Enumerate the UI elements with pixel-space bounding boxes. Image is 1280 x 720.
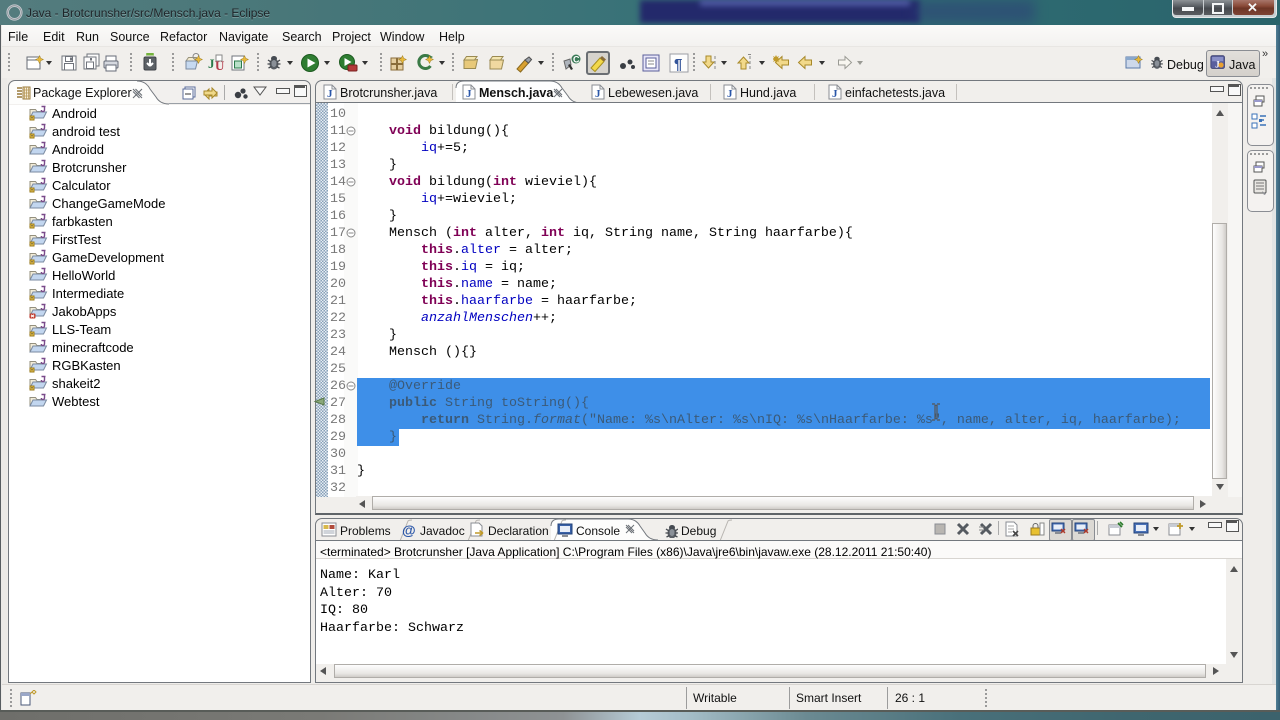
svg-text:J: J <box>595 88 601 100</box>
svg-text:J: J <box>727 88 733 100</box>
svg-text:J: J <box>832 88 838 100</box>
svg-text:J: J <box>208 56 215 71</box>
svg-text:C: C <box>573 55 580 65</box>
svg-text:¶: ¶ <box>674 56 682 73</box>
svg-text:J: J <box>466 88 472 100</box>
svg-text:@: @ <box>402 522 416 538</box>
svg-text:J: J <box>327 88 333 100</box>
